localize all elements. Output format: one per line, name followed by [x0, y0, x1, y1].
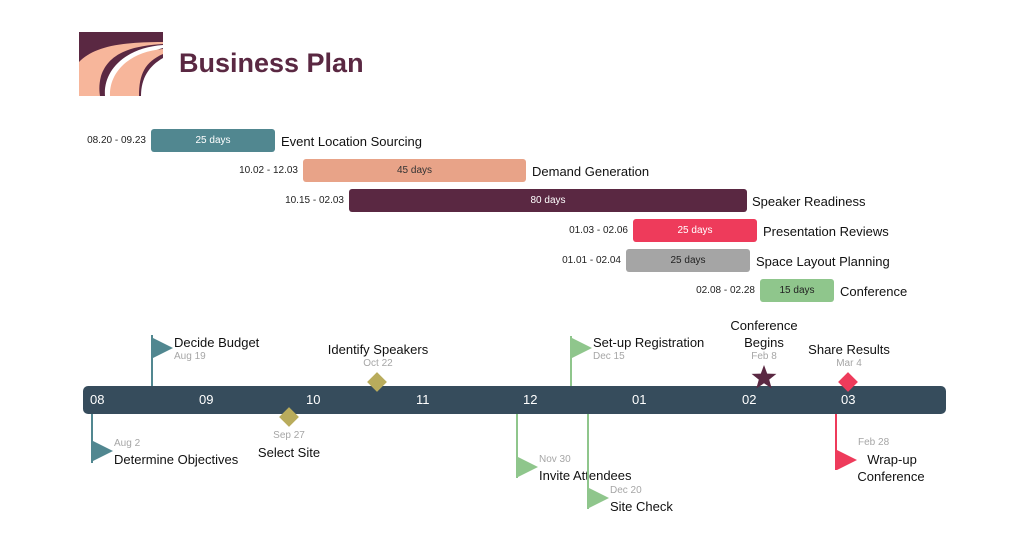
milestone-label-line2: Begins — [744, 335, 784, 350]
task-bar[interactable]: 25 days — [151, 129, 275, 152]
page-title: Business Plan — [179, 48, 364, 78]
milestone-label-line2: Conference — [857, 469, 925, 484]
milestone-date: Nov 30 — [539, 454, 571, 465]
task-date-range: 01.01 - 02.04 — [562, 255, 621, 266]
milestone-date: Oct 22 — [363, 358, 393, 369]
task-bar[interactable]: 25 days — [633, 219, 757, 242]
star-icon — [751, 365, 777, 389]
milestone-label-line1: Wrap-up — [867, 452, 917, 467]
flag-icon — [572, 338, 592, 358]
milestone-label: Select Site — [257, 445, 321, 460]
task-name: Speaker Readiness — [752, 194, 866, 209]
flag-icon — [589, 488, 609, 508]
milestone-label: Determine Objectives — [114, 452, 239, 467]
milestone-date: Aug 19 — [174, 351, 206, 362]
task-name: Conference — [840, 284, 908, 299]
flag-icon — [837, 450, 857, 470]
milestone-label: Decide Budget — [174, 335, 260, 350]
milestone-label: Share Results — [808, 342, 890, 357]
task-bar[interactable]: 25 days — [626, 249, 750, 272]
month-label: 02 — [742, 392, 757, 407]
month-label: 11 — [416, 392, 430, 407]
month-label: 01 — [632, 392, 647, 407]
milestone-date: Sep 27 — [273, 430, 305, 441]
task-date-range: 08.20 - 09.23 — [87, 135, 146, 146]
milestone-label: Set-up Registration — [593, 335, 705, 350]
task-name: Presentation Reviews — [763, 224, 889, 239]
milestone-label: Invite Attendees — [539, 468, 632, 483]
milestone-label-line1: Conference — [730, 318, 798, 333]
business-plan-logo-icon — [79, 32, 163, 96]
milestone-date: Feb 8 — [751, 351, 777, 362]
task-name: Space Layout Planning — [756, 254, 890, 269]
milestone-date: Mar 4 — [836, 358, 862, 369]
flag-icon — [153, 338, 173, 358]
task-bar[interactable]: 80 days — [349, 189, 747, 212]
flag-icon — [93, 441, 113, 461]
flag-icon — [518, 457, 538, 477]
month-label: 08 — [90, 392, 105, 407]
milestone-label: Identify Speakers — [327, 342, 429, 357]
milestone-date: Dec 20 — [610, 485, 642, 496]
task-date-range: 10.15 - 02.03 — [285, 195, 344, 206]
month-label: 12 — [523, 392, 538, 407]
month-label: 10 — [306, 392, 321, 407]
task-date-range: 01.03 - 02.06 — [569, 225, 628, 236]
task-date-range: 02.08 - 02.28 — [696, 285, 755, 296]
milestone-date: Aug 2 — [114, 438, 141, 449]
task-name: Demand Generation — [532, 164, 650, 179]
milestone-date: Dec 15 — [593, 351, 625, 362]
task-name: Event Location Sourcing — [281, 134, 422, 149]
task-date-range: 10.02 - 12.03 — [239, 165, 298, 176]
task-bar[interactable]: 15 days — [760, 279, 834, 302]
month-label: 09 — [199, 392, 214, 407]
milestone-date: Feb 28 — [858, 437, 890, 448]
milestone-label: Site Check — [610, 499, 673, 514]
task-bar[interactable]: 45 days — [303, 159, 526, 182]
